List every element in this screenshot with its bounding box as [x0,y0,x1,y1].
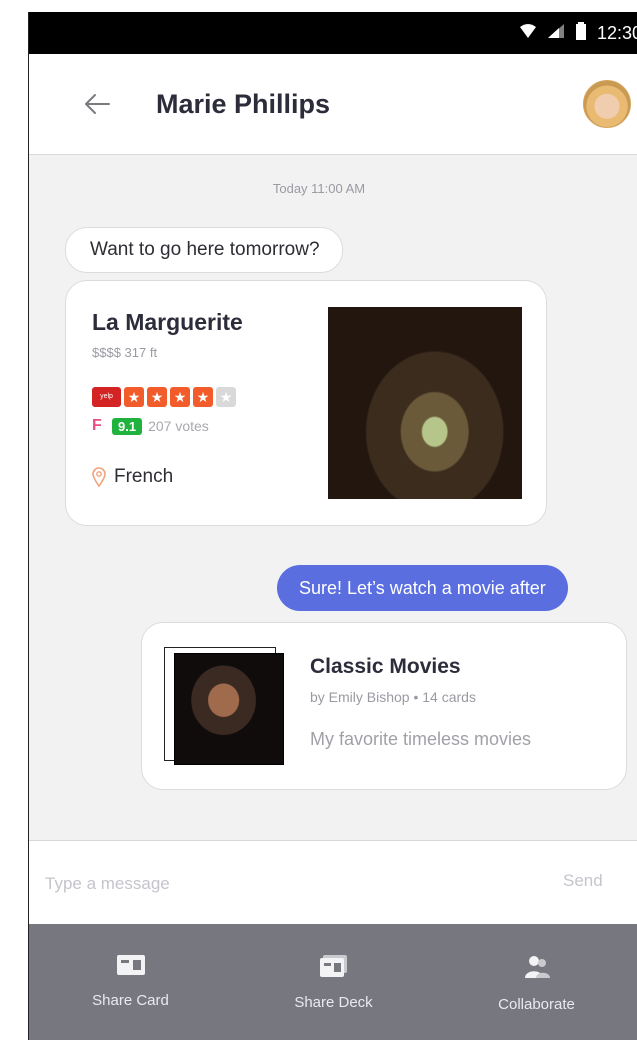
contact-name: Marie Phillips [156,89,331,119]
star-icon: ★ [147,387,167,407]
deck-thumbnail-stack [164,647,286,765]
yelp-logo-icon: yelp [92,387,121,407]
collaborate-label: Collaborate [498,996,575,1013]
status-time: 12:30 [596,22,637,43]
message-composer: Send [29,840,637,925]
location-pin-icon [92,467,106,487]
place-price-distance: $$$$ 317 ft [92,345,158,360]
chat-thread[interactable]: Today 11:00 AM Want to go here tomorrow?… [29,155,637,840]
share-deck-label: Share Deck [294,994,373,1011]
place-name: La Marguerite [92,309,243,335]
vote-count: 207 votes [148,418,209,434]
outgoing-message-bubble[interactable]: Sure! Let’s watch a movie after [277,565,568,611]
deck-meta: by Emily Bishop • 14 cards [310,689,476,705]
contact-avatar[interactable] [583,80,631,128]
place-category: French [92,466,173,488]
foursquare-rating: F 9.1 207 votes [92,417,209,435]
collaborate-icon [524,956,550,978]
share-card-icon [116,955,145,975]
conversation-header: Marie Phillips [29,54,637,155]
share-deck-button[interactable]: Share Deck [232,924,435,1040]
signal-icon [547,23,565,44]
yelp-rating: yelp ★ ★ ★ ★ ★ [92,387,236,407]
deck-thumbnail [174,653,284,765]
message-timestamp: Today 11:00 AM [272,181,366,196]
star-icon: ★ [193,387,213,407]
foursquare-score: 9.1 [112,417,143,435]
deck-card[interactable]: Classic Movies by Emily Bishop • 14 card… [141,622,627,790]
wifi-icon [519,23,537,44]
place-category-label: French [114,466,174,487]
star-icon: ★ [124,387,144,407]
foursquare-icon: F [92,417,102,434]
deck-title: Classic Movies [310,655,461,678]
app-screen: 12:30 Marie Phillips Today 11:00 AM Want… [28,12,637,1040]
share-deck-icon [319,955,347,977]
back-button[interactable] [77,84,117,124]
star-empty-icon: ★ [216,387,236,407]
send-button[interactable]: Send [563,871,603,891]
share-card-label: Share Card [92,992,169,1009]
back-arrow-icon [85,94,110,114]
deck-description: My favorite timeless movies [310,729,532,749]
battery-icon [575,21,587,45]
place-photo [328,307,522,499]
action-bar: Share Card Share Deck Collaborate [29,924,637,1040]
share-card-button[interactable]: Share Card [29,924,232,1040]
collaborate-button[interactable]: Collaborate [435,924,637,1040]
incoming-message-bubble[interactable]: Want to go here tomorrow? [65,227,343,273]
message-input[interactable] [43,867,487,901]
place-card[interactable]: La Marguerite $$$$ 317 ft yelp ★ ★ ★ ★ ★… [65,280,547,526]
star-icon: ★ [170,387,190,407]
status-bar: 12:30 [29,12,637,54]
